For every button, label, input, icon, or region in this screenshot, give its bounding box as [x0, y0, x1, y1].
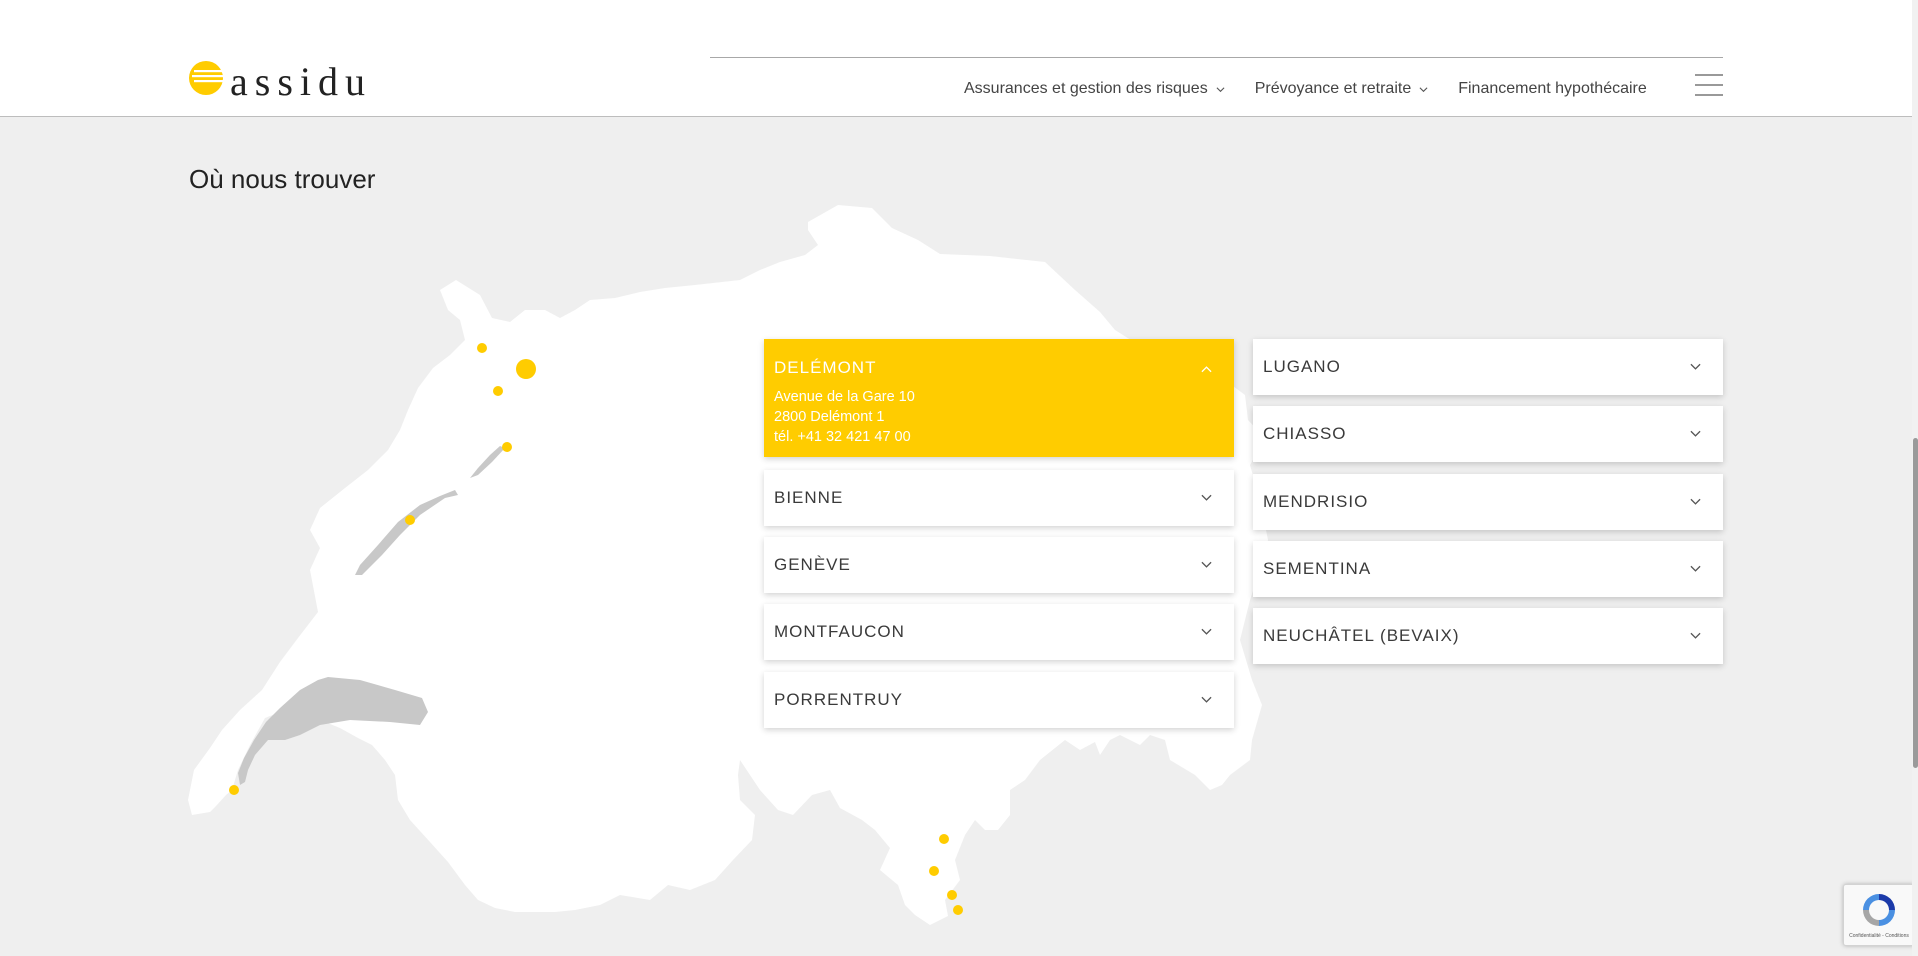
assidu-logo[interactable]: assidu [188, 58, 388, 104]
hamburger-icon[interactable] [1695, 72, 1723, 98]
accordion-title: NEUCHÂTEL (BEVAIX) [1263, 626, 1460, 645]
site-header: assidu Assurances et gestion des risques… [0, 0, 1912, 117]
marker-neuchatel[interactable] [405, 515, 415, 525]
accordion-title: GENÈVE [774, 555, 851, 574]
address-street: Avenue de la Gare 10 [774, 389, 915, 405]
accordion-porrentruy[interactable]: PORRENTRUY [764, 672, 1234, 728]
scrollbar-thumb[interactable] [1913, 438, 1918, 768]
accordion-bienne[interactable]: BIENNE [764, 470, 1234, 526]
section-title: Où nous trouver [189, 164, 376, 194]
accordion-title: PORRENTRUY [774, 690, 904, 709]
recaptcha-text[interactable]: Confidentialité - Conditions [1846, 933, 1912, 939]
nav-item-assurances[interactable]: Assurances et gestion des risques [964, 80, 1225, 98]
address-city: 2800 Delémont 1 [774, 409, 885, 425]
address-block: Avenue de la Gare 10 2800 Delémont 1 tél… [774, 387, 915, 447]
chevron-up-icon [1201, 366, 1212, 373]
marker-lugano[interactable] [929, 866, 939, 876]
nav-item-label: Prévoyance et retraite [1254, 80, 1412, 97]
nav-item-prevoyance[interactable]: Prévoyance et retraite [1255, 80, 1429, 98]
accordion-sementina[interactable]: SEMENTINA [1253, 541, 1723, 597]
accordion-neuchatel-bevaix[interactable]: NEUCHÂTEL (BEVAIX) [1253, 608, 1723, 664]
accordion-title: LUGANO [1263, 357, 1341, 376]
chevron-down-icon [1419, 86, 1428, 92]
accordion-title: CHIASSO [1263, 424, 1347, 443]
nav-divider [710, 57, 1723, 58]
recaptcha-icon [1863, 894, 1895, 926]
chevron-down-icon [1690, 632, 1701, 639]
marker-porrentruy[interactable] [477, 343, 487, 353]
nav-item-financement[interactable]: Financement hypothécaire [1458, 80, 1647, 98]
chevron-down-icon [1201, 561, 1212, 568]
chevron-down-icon [1201, 696, 1212, 703]
sun-logo-icon [189, 61, 224, 95]
accordion-title: BIENNE [774, 488, 844, 507]
chevron-down-icon [1201, 628, 1212, 635]
marker-delemont[interactable] [516, 359, 536, 379]
accordion-title: SEMENTINA [1263, 559, 1372, 578]
marker-geneve[interactable] [229, 785, 239, 795]
main-nav: Assurances et gestion des risques Prévoy… [964, 80, 1647, 98]
accordion-geneve[interactable]: GENÈVE [764, 537, 1234, 593]
accordion-montfaucon[interactable]: MONTFAUCON [764, 604, 1234, 660]
chevron-down-icon [1690, 363, 1701, 370]
marker-montfaucon[interactable] [493, 386, 503, 396]
accordion-title: MENDRISIO [1263, 492, 1369, 511]
accordion-mendrisio[interactable]: MENDRISIO [1253, 474, 1723, 530]
marker-mendrisio[interactable] [947, 890, 957, 900]
marker-chiasso[interactable] [953, 905, 963, 915]
address-phone[interactable]: tél. +41 32 421 47 00 [774, 427, 915, 447]
accordion-delemont[interactable]: DELÉMONT Avenue de la Gare 10 2800 Delém… [764, 339, 1234, 457]
chevron-down-icon [1201, 494, 1212, 501]
marker-sementina[interactable] [939, 834, 949, 844]
logo-wordmark: assidu [230, 59, 372, 104]
nav-item-label: Assurances et gestion des risques [964, 80, 1208, 97]
accordion-title: MONTFAUCON [774, 622, 905, 641]
chevron-down-icon [1690, 498, 1701, 505]
recaptcha-badge[interactable]: Confidentialité - Conditions [1843, 884, 1915, 946]
chevron-down-icon [1690, 565, 1701, 572]
accordion-chiasso[interactable]: CHIASSO [1253, 406, 1723, 462]
chevron-down-icon [1216, 86, 1225, 92]
nav-item-label: Financement hypothécaire [1458, 80, 1647, 97]
chevron-down-icon [1690, 430, 1701, 437]
marker-bienne[interactable] [502, 442, 512, 452]
accordion-lugano[interactable]: LUGANO [1253, 339, 1723, 395]
